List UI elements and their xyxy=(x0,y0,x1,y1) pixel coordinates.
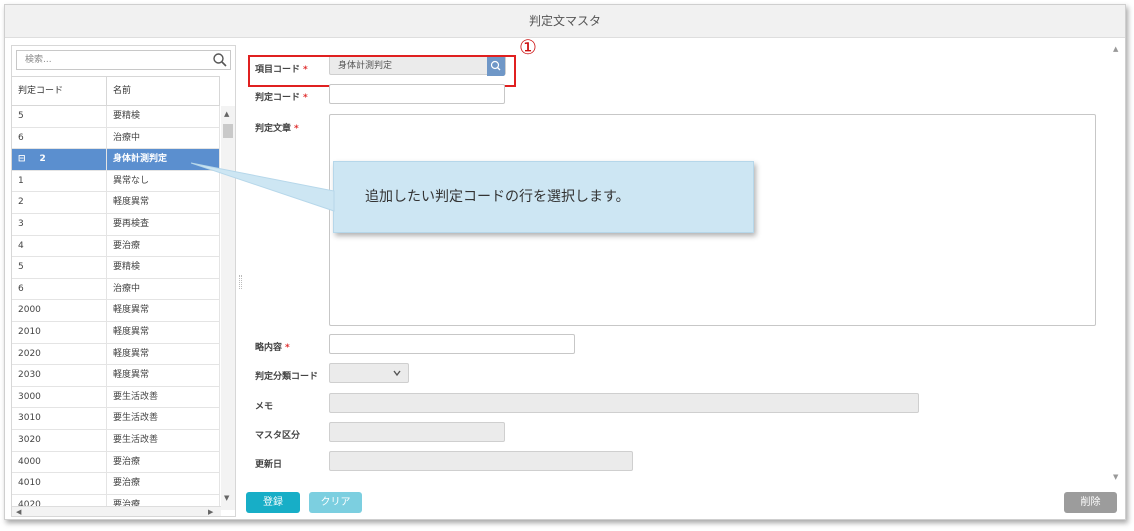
row-code: 3020 xyxy=(12,429,107,451)
short-content-label: 略内容 * xyxy=(255,343,290,353)
table-row[interactable]: 2020 軽度異常 xyxy=(12,343,220,366)
row-code: 2010 xyxy=(12,321,107,343)
row-name: 要精検 xyxy=(107,106,220,127)
list-rows: 5 要精検 6 治療中 ⊟ 2 身体計測判定 1 異常なし 2 軽度異常 3 要再検査 4 要治療 5 要精検 6… xyxy=(12,106,220,506)
chevron-down-icon xyxy=(392,368,402,381)
master-class-input xyxy=(329,422,505,442)
panel-splitter[interactable] xyxy=(239,275,242,289)
list-search-box[interactable] xyxy=(16,50,231,70)
row-code: 6 xyxy=(12,127,107,149)
short-content-input[interactable] xyxy=(329,334,575,354)
scroll-up-icon[interactable]: ▲ xyxy=(1113,45,1118,53)
delete-button[interactable]: 削除 xyxy=(1064,492,1117,513)
table-row[interactable]: 2000 軽度異常 xyxy=(12,300,220,322)
column-header-name[interactable]: 名前 xyxy=(107,77,220,105)
master-class-label: マスタ区分 xyxy=(255,431,301,441)
column-header-code[interactable]: 判定コード xyxy=(12,77,107,105)
annotation-number: ① xyxy=(519,35,537,59)
row-code: 3010 xyxy=(12,408,107,429)
row-name: 要生活改善 xyxy=(107,429,220,451)
row-name: 治療中 xyxy=(107,127,220,149)
table-row[interactable]: 6 治療中 xyxy=(12,278,220,301)
callout-pointer xyxy=(191,162,335,212)
collapse-icon[interactable]: ⊟ xyxy=(18,154,26,164)
category-code-label: 判定分類コード xyxy=(255,372,319,382)
list-header: 判定コード 名前 xyxy=(12,76,220,106)
form-vertical-scrollbar[interactable]: ▲ ▼ xyxy=(1111,43,1123,483)
row-code: 1 xyxy=(12,170,107,192)
table-row[interactable]: 2010 軽度異常 xyxy=(12,321,220,344)
row-code: 4 xyxy=(12,235,107,257)
table-row[interactable]: 5 要精検 xyxy=(12,257,220,279)
judge-code-input[interactable] xyxy=(329,84,505,104)
row-name: 軽度異常 xyxy=(107,343,220,365)
row-code: 3000 xyxy=(12,386,107,408)
row-code: 2 xyxy=(12,192,107,213)
row-code: 3 xyxy=(12,213,107,235)
row-code: 5 xyxy=(12,257,107,278)
memo-label: メモ xyxy=(255,402,274,412)
clear-button[interactable]: クリア xyxy=(309,492,362,513)
row-code: 2020 xyxy=(12,343,107,365)
search-icon[interactable] xyxy=(212,52,228,68)
row-code: 5 xyxy=(12,106,107,127)
table-row-selected[interactable]: ⊟ 2 身体計測判定 xyxy=(12,149,220,171)
row-code: 2000 xyxy=(12,300,107,321)
scroll-up-icon[interactable]: ▲ xyxy=(224,110,229,118)
table-row[interactable]: 5 要精検 xyxy=(12,106,220,128)
row-name: 要生活改善 xyxy=(107,386,220,408)
row-name: 軽度異常 xyxy=(107,321,220,343)
table-row[interactable]: 3020 要生活改善 xyxy=(12,429,220,452)
list-search-input[interactable] xyxy=(17,51,207,69)
table-row[interactable]: 2030 軽度異常 xyxy=(12,365,220,387)
scroll-down-icon[interactable]: ▼ xyxy=(1113,473,1118,481)
annotation-frame xyxy=(248,55,516,87)
row-name: 要治療 xyxy=(107,451,220,473)
table-row[interactable]: 2 軽度異常 xyxy=(12,192,220,214)
memo-input xyxy=(329,393,919,413)
row-code: 6 xyxy=(12,278,107,300)
row-name: 治療中 xyxy=(107,278,220,300)
row-name: 要精検 xyxy=(107,257,220,278)
table-row[interactable]: 3 要再検査 xyxy=(12,213,220,236)
table-row[interactable]: 1 異常なし xyxy=(12,170,220,193)
category-code-select[interactable] xyxy=(329,363,409,383)
table-row[interactable]: 4000 要治療 xyxy=(12,451,220,474)
row-name: 要生活改善 xyxy=(107,408,220,429)
updated-label: 更新日 xyxy=(255,460,283,470)
row-name: 軽度異常 xyxy=(107,300,220,321)
master-window: 判定文マスタ 判定コード 名前 5要精検6治療中⊟2身体計測判定1異常なし2軽度… xyxy=(4,4,1126,520)
judgement-list-panel: 判定コード 名前 5要精検6治療中⊟2身体計測判定1異常なし2軽度異常3要再検査… xyxy=(11,45,236,517)
row-code: ⊟ 2 xyxy=(12,149,107,170)
judge-text-label: 判定文章 * xyxy=(255,124,299,134)
row-code: 2030 xyxy=(12,365,107,386)
row-code: 4000 xyxy=(12,451,107,473)
window-title: 判定文マスタ xyxy=(5,5,1125,38)
table-row[interactable]: 3000 要生活改善 xyxy=(12,386,220,409)
table-row[interactable]: 4 要治療 xyxy=(12,235,220,258)
table-row[interactable]: 3010 要生活改善 xyxy=(12,408,220,430)
judge-code-label: 判定コード * xyxy=(255,93,308,103)
save-button[interactable]: 登録 xyxy=(246,492,300,513)
footer-bar: 登録 クリア 削除 xyxy=(5,486,1125,520)
updated-input xyxy=(329,451,633,471)
row-name: 軽度異常 xyxy=(107,365,220,386)
table-row[interactable]: 6 治療中 xyxy=(12,127,220,150)
scroll-thumb[interactable] xyxy=(223,124,233,138)
